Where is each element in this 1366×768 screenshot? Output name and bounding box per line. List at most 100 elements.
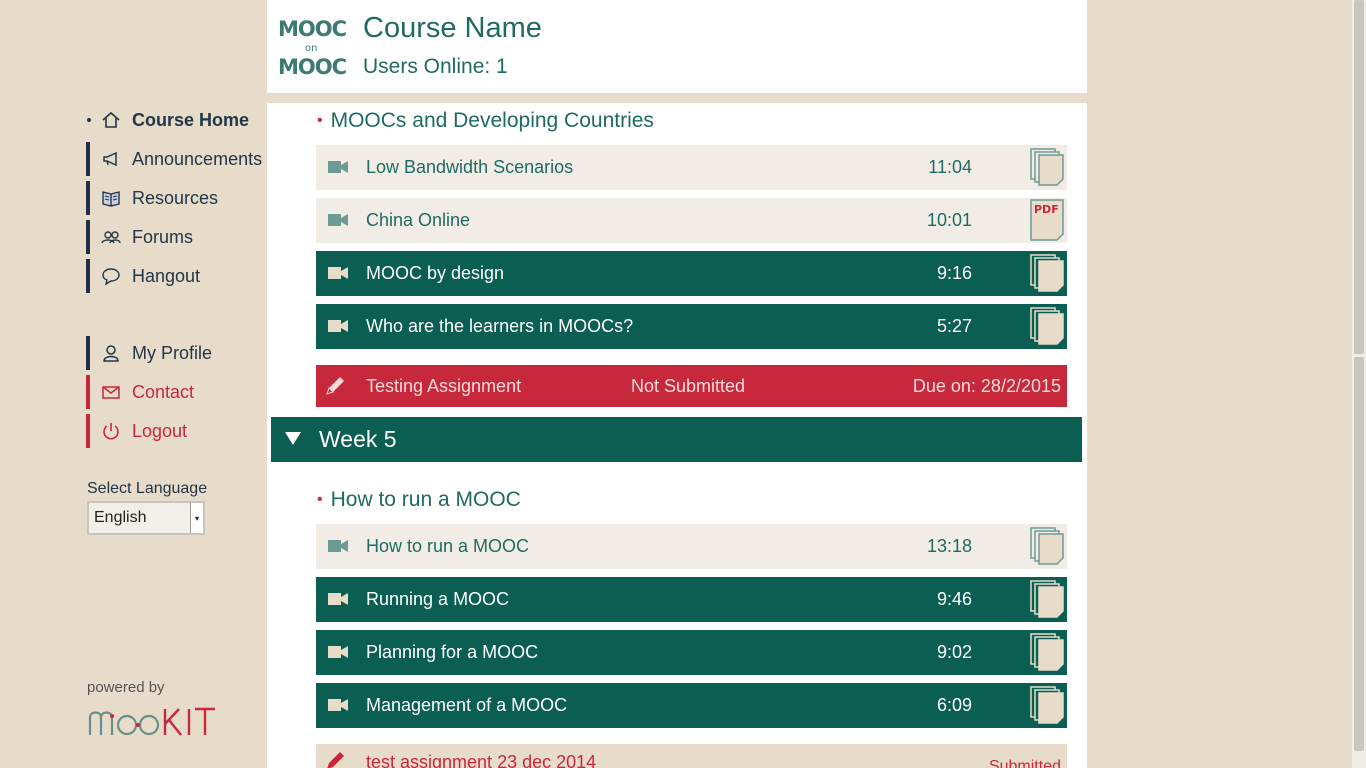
chevron-down-icon[interactable]: ▾: [190, 503, 203, 533]
sidebar-item-label: My Profile: [132, 342, 213, 363]
week-label: Week 5: [319, 426, 397, 452]
collapse-triangle-icon[interactable]: [285, 432, 301, 445]
pages-icon[interactable]: [1029, 306, 1065, 346]
sidebar-item-label: Contact: [132, 381, 195, 402]
book-icon: [100, 187, 122, 209]
video-icon: [328, 593, 348, 605]
course-name: Course Name: [363, 12, 542, 44]
sidebar-item-logout[interactable]: Logout: [86, 414, 267, 448]
video-icon: [328, 161, 348, 173]
sidebar: Course Home Announcements Resources Foru…: [0, 0, 267, 768]
pages-icon[interactable]: [1029, 632, 1065, 672]
lecture-row[interactable]: China Online 10:01 PDF: [316, 198, 1067, 243]
lecture-title: How to run a MOOC: [366, 536, 530, 556]
sidebar-item-label: Logout: [132, 420, 188, 441]
sidebar-item-my-profile[interactable]: My Profile: [86, 336, 267, 370]
sidebar-item-label: Resources: [132, 187, 219, 208]
section-title: • MOOCs and Developing Countries: [317, 109, 654, 133]
lecture-row[interactable]: How to run a MOOC 13:18: [316, 524, 1067, 569]
lecture-row[interactable]: MOOC by design 9:16: [316, 251, 1067, 296]
language-select[interactable]: English ▾: [87, 501, 205, 535]
chat-bubble-icon: [100, 265, 122, 287]
lecture-title: Who are the learners in MOOCs?: [366, 316, 634, 336]
pencil-icon: [327, 752, 344, 768]
powered-by-label: powered by: [87, 679, 165, 696]
lecture-duration: 13:18: [926, 536, 972, 556]
assignment-status: Submitted: [988, 758, 1061, 768]
lecture-row[interactable]: Who are the learners in MOOCs? 5:27: [316, 304, 1067, 349]
nav-bar: [86, 414, 90, 448]
bullet: •: [317, 112, 323, 129]
nav-gap: [86, 298, 267, 336]
video-icon: [328, 646, 348, 658]
lecture-row[interactable]: Running a MOOC 9:46: [316, 577, 1067, 622]
lecture-duration: 10:01: [926, 210, 972, 230]
section-title: • How to run a MOOC: [317, 488, 521, 512]
power-icon: [100, 420, 122, 442]
lecture-row[interactable]: Planning for a MOOC 9:02: [316, 630, 1067, 675]
svg-text:on: on: [305, 43, 317, 54]
pages-icon[interactable]: [1029, 526, 1065, 566]
svg-text:MOOC: MOOC: [278, 55, 347, 78]
lecture-row[interactable]: Management of a MOOC 6:09: [316, 683, 1067, 728]
lecture-duration: 11:04: [928, 157, 972, 177]
lecture-title: Management of a MOOC: [366, 695, 568, 715]
page-scrollbar[interactable]: [1352, 0, 1366, 768]
sidebar-item-label: Hangout: [132, 265, 201, 286]
people-icon: [100, 226, 122, 248]
lecture-title: Low Bandwidth Scenarios: [366, 157, 574, 177]
language-label: Select Language: [87, 480, 208, 497]
sidebar-item-hangout[interactable]: Hangout: [86, 259, 267, 293]
sidebar-item-forums[interactable]: Forums: [86, 220, 267, 254]
person-icon: [100, 342, 122, 364]
sidebar-item-contact[interactable]: Contact: [86, 375, 267, 409]
lecture-duration: 9:02: [936, 642, 972, 662]
lecture-title: China Online: [366, 210, 471, 230]
section-title-text: How to run a MOOC: [330, 488, 521, 511]
sidebar-item-announcements[interactable]: Announcements: [86, 142, 267, 176]
megaphone-icon: [100, 148, 122, 170]
users-online: Users Online: 1: [363, 55, 508, 78]
sidebar-item-label: Forums: [132, 226, 194, 247]
mail-icon: [100, 381, 122, 403]
assignment-row[interactable]: Testing Assignment Not Submitted Due on:…: [316, 365, 1067, 407]
sidebar-item-label: Course Home: [132, 109, 250, 130]
active-dot: [87, 118, 91, 122]
bullet: •: [317, 491, 323, 508]
nav-bar: [86, 142, 90, 176]
assignment-title: Testing Assignment: [366, 375, 522, 396]
pages-icon[interactable]: [1029, 253, 1065, 293]
pdf-icon[interactable]: PDF: [1029, 198, 1065, 242]
assignment-row[interactable]: test assignment 23 dec 2014 Submitted: [316, 744, 1067, 768]
section-title-text: MOOCs and Developing Countries: [330, 109, 654, 132]
lecture-title: Planning for a MOOC: [366, 642, 539, 662]
scrollbar-thumb[interactable]: [1354, 0, 1364, 354]
pencil-icon: [326, 377, 344, 395]
svg-text:MOOC: MOOC: [278, 17, 347, 41]
sidebar-nav: Course Home Announcements Resources Foru…: [86, 103, 267, 453]
course-header: MOOC on MOOC Course Name Users Online: 1: [267, 0, 1087, 93]
pages-icon[interactable]: [1029, 147, 1065, 187]
mooc-on-mooc-logo[interactable]: MOOC on MOOC: [278, 16, 348, 78]
pages-icon[interactable]: [1029, 579, 1065, 619]
pages-icon[interactable]: [1029, 685, 1065, 725]
video-icon: [328, 267, 348, 279]
mookit-logo[interactable]: [87, 703, 237, 739]
home-icon: [100, 109, 122, 131]
video-icon: [328, 214, 348, 226]
language-selector: Select Language English ▾: [87, 480, 207, 535]
sidebar-item-course-home[interactable]: Course Home: [86, 103, 267, 137]
lecture-duration: 9:46: [936, 589, 972, 609]
sidebar-item-label: Announcements: [132, 148, 263, 169]
lecture-title: Running a MOOC: [366, 589, 510, 609]
assignment-title: test assignment 23 dec 2014: [366, 752, 597, 768]
scrollbar-track-lower[interactable]: [1354, 357, 1364, 751]
week-header[interactable]: Week 5: [271, 417, 1082, 462]
nav-bar: [86, 220, 90, 254]
nav-bar: [86, 259, 90, 293]
lecture-row[interactable]: Low Bandwidth Scenarios 11:04: [316, 145, 1067, 190]
sidebar-item-resources[interactable]: Resources: [86, 181, 267, 215]
lecture-duration: 5:27: [936, 316, 972, 336]
course-content: • MOOCs and Developing Countries Low Band…: [267, 93, 1087, 768]
video-icon: [328, 540, 348, 552]
